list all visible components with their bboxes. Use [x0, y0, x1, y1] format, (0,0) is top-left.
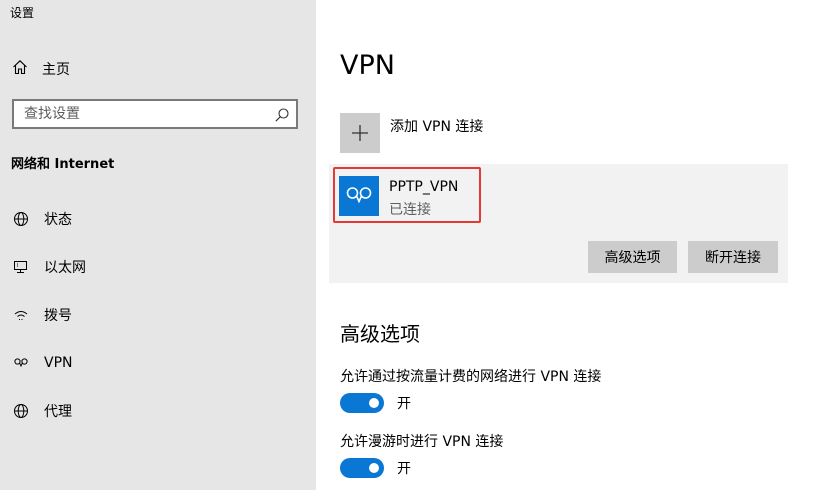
roaming-setting-label: 允许漫游时进行 VPN 连接	[340, 434, 504, 450]
home-icon	[12, 59, 28, 79]
section-heading: 网络和 Internet	[11, 157, 115, 172]
roaming-toggle-row: 开	[340, 458, 411, 478]
toggle-knob	[369, 463, 379, 473]
search-icon[interactable]	[274, 107, 290, 127]
sidebar-item-label: 状态	[44, 212, 72, 228]
vpn-connection-name: PPTP_VPN	[389, 179, 459, 195]
sidebar-item-label: VPN	[44, 355, 73, 371]
window-title: 设置	[10, 6, 35, 20]
main-content: VPN 添加 VPN 连接 PPTP_VPN 已连接 高级选项 断开连接 高级选…	[316, 0, 818, 490]
sidebar-item-status[interactable]: 状态	[12, 208, 72, 230]
advanced-options-heading: 高级选项	[340, 322, 420, 346]
sidebar: 设置 主页 网络和 Internet 状态 以太网 拨号 VP	[0, 0, 316, 490]
sidebar-item-label: 拨号	[44, 308, 72, 324]
sidebar-item-label: 代理	[44, 404, 72, 420]
sidebar-item-label: 以太网	[44, 260, 86, 276]
proxy-globe-icon	[12, 403, 30, 419]
vpn-connection-icon	[339, 176, 379, 216]
search-input[interactable]	[14, 101, 274, 127]
sidebar-home-label: 主页	[42, 62, 70, 78]
globe-status-icon	[12, 211, 30, 227]
sidebar-item-ethernet[interactable]: 以太网	[12, 256, 86, 278]
toggle-knob	[369, 398, 379, 408]
ethernet-icon	[12, 259, 30, 275]
plus-icon	[340, 113, 380, 153]
sidebar-item-dialup[interactable]: 拨号	[12, 304, 72, 326]
vpn-icon	[12, 355, 30, 371]
vpn-connection-card[interactable]: PPTP_VPN 已连接 高级选项 断开连接	[329, 164, 788, 283]
metered-network-toggle-state: 开	[397, 396, 411, 412]
roaming-toggle[interactable]	[340, 458, 384, 478]
add-vpn-button[interactable]: 添加 VPN 连接	[340, 113, 483, 153]
vpn-connection-status: 已连接	[389, 202, 431, 218]
metered-network-toggle[interactable]	[340, 393, 384, 413]
add-vpn-label: 添加 VPN 连接	[390, 119, 484, 135]
dialup-icon	[12, 307, 30, 323]
roaming-toggle-state: 开	[397, 461, 411, 477]
sidebar-home[interactable]: 主页	[12, 58, 70, 80]
search-box	[12, 99, 298, 129]
advanced-options-button[interactable]: 高级选项	[588, 241, 677, 273]
disconnect-button[interactable]: 断开连接	[688, 241, 778, 273]
sidebar-item-vpn[interactable]: VPN	[12, 352, 73, 374]
page-title: VPN	[340, 50, 395, 81]
vpn-connection-entry[interactable]: PPTP_VPN 已连接	[333, 167, 481, 223]
metered-network-toggle-row: 开	[340, 393, 411, 413]
sidebar-item-proxy[interactable]: 代理	[12, 400, 72, 422]
metered-network-setting-label: 允许通过按流量计费的网络进行 VPN 连接	[340, 369, 602, 385]
